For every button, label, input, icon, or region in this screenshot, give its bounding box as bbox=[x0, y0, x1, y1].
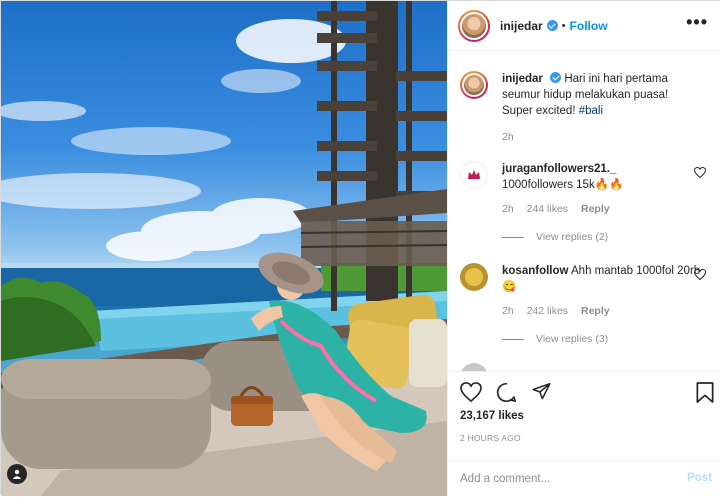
view-replies-button[interactable]: View replies (2) bbox=[502, 231, 608, 243]
post-header: inijedar • Follow ••• bbox=[448, 1, 720, 51]
follow-button[interactable]: Follow bbox=[570, 19, 608, 33]
comment-username[interactable]: juraganfollowers21._ bbox=[502, 163, 616, 175]
comment-like-icon[interactable] bbox=[694, 269, 706, 280]
avatar[interactable] bbox=[458, 9, 490, 42]
comment-username[interactable]: kosanfollow bbox=[502, 265, 568, 277]
bookmark-icon bbox=[696, 382, 714, 403]
comment-body: kosanfollow Ahh mantab 1000fol 20rb😋 bbox=[502, 263, 702, 295]
save-button[interactable] bbox=[696, 382, 714, 403]
caption-hashtag[interactable]: #bali bbox=[579, 105, 603, 117]
view-replies-button[interactable]: View replies (3) bbox=[502, 333, 608, 345]
comment-text: 1000followers 15k🔥🔥 bbox=[502, 179, 624, 191]
comment-time: 2h bbox=[502, 203, 514, 215]
caption-time: 2h bbox=[502, 131, 514, 143]
add-comment-bar: Post bbox=[448, 460, 720, 497]
likes-count[interactable]: 23,167 likes bbox=[460, 410, 524, 422]
post-photo[interactable] bbox=[1, 1, 447, 496]
comment-likes[interactable]: 244 likes bbox=[527, 203, 568, 215]
replies-line bbox=[502, 236, 524, 238]
heart-icon[interactable] bbox=[460, 382, 482, 402]
view-replies-label: View replies (2) bbox=[536, 231, 609, 243]
more-options-icon[interactable]: ••• bbox=[686, 13, 708, 31]
comment-time: 2h bbox=[502, 305, 514, 317]
comments-list[interactable]: inijedar Hari ini hari pertama seumur hi… bbox=[448, 51, 720, 371]
reply-button[interactable]: Reply bbox=[581, 305, 610, 317]
comment-icon[interactable] bbox=[496, 382, 517, 403]
caption-meta: 2h bbox=[502, 131, 524, 143]
photo-scene bbox=[1, 1, 447, 496]
separator-dot: • bbox=[561, 19, 566, 32]
tagged-user-icon[interactable] bbox=[7, 464, 27, 484]
crown-icon bbox=[468, 170, 480, 179]
verified-badge-icon bbox=[546, 20, 558, 31]
post-comment-button[interactable]: Post bbox=[687, 472, 712, 484]
verified-badge-icon bbox=[550, 72, 562, 83]
action-icons bbox=[460, 382, 552, 403]
comment-meta: 2h 244 likes Reply bbox=[502, 203, 620, 215]
avatar[interactable] bbox=[460, 263, 488, 291]
post-actions: 23,167 likes 2 HOURS AGO Post bbox=[448, 371, 720, 496]
share-icon[interactable] bbox=[531, 382, 552, 402]
person-icon bbox=[12, 469, 22, 479]
author-username[interactable]: inijedar bbox=[500, 19, 543, 33]
avatar[interactable] bbox=[460, 363, 488, 371]
comment-meta: 2h 242 likes Reply bbox=[502, 305, 620, 317]
avatar[interactable] bbox=[460, 161, 488, 189]
comment-body: juraganfollowers21._ 1000followers 15k🔥🔥 bbox=[502, 161, 702, 193]
reply-button[interactable]: Reply bbox=[581, 203, 610, 215]
comment-like-icon[interactable] bbox=[694, 167, 706, 178]
post-dialog: inijedar • Follow ••• inijedar Hari ini … bbox=[0, 0, 720, 496]
replies-line bbox=[502, 338, 524, 340]
caption-body: inijedar Hari ini hari pertama seumur hi… bbox=[502, 71, 702, 119]
comment-input[interactable] bbox=[460, 473, 660, 485]
caption-username[interactable]: inijedar bbox=[502, 73, 543, 85]
comment-likes[interactable]: 242 likes bbox=[527, 305, 568, 317]
post-timestamp: 2 HOURS AGO bbox=[460, 433, 521, 443]
post-side-panel: inijedar • Follow ••• inijedar Hari ini … bbox=[447, 1, 720, 496]
view-replies-label: View replies (3) bbox=[536, 333, 609, 345]
avatar[interactable] bbox=[460, 71, 488, 99]
